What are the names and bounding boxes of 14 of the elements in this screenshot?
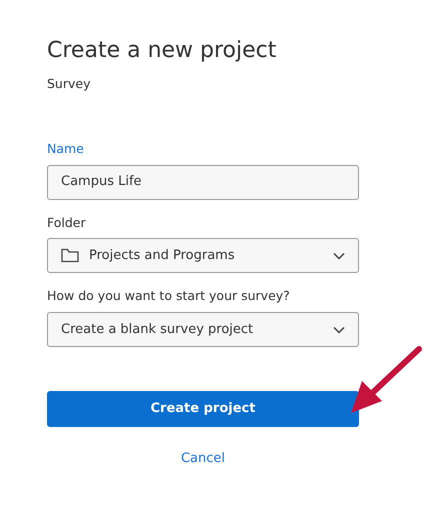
dialog-title: Create a new project [47,37,276,65]
pointer-arrow [351,346,422,413]
project-type: Survey [47,75,90,93]
start-method-dropdown[interactable]: Create a blank survey project [47,312,359,347]
folder-dropdown[interactable]: Projects and Programs [47,238,359,274]
cancel-link[interactable]: Cancel [180,449,226,468]
chevron-down-icon [333,252,345,260]
create-project-button[interactable]: Create project [47,391,359,427]
chevron-down-icon [333,326,345,334]
field-label: Folder [47,214,86,232]
field-label: Name [47,140,84,158]
field-label: How do you want to start your survey? [47,287,290,306]
name-input-field[interactable]: Campus Life [47,164,359,200]
folder-icon [61,248,79,264]
